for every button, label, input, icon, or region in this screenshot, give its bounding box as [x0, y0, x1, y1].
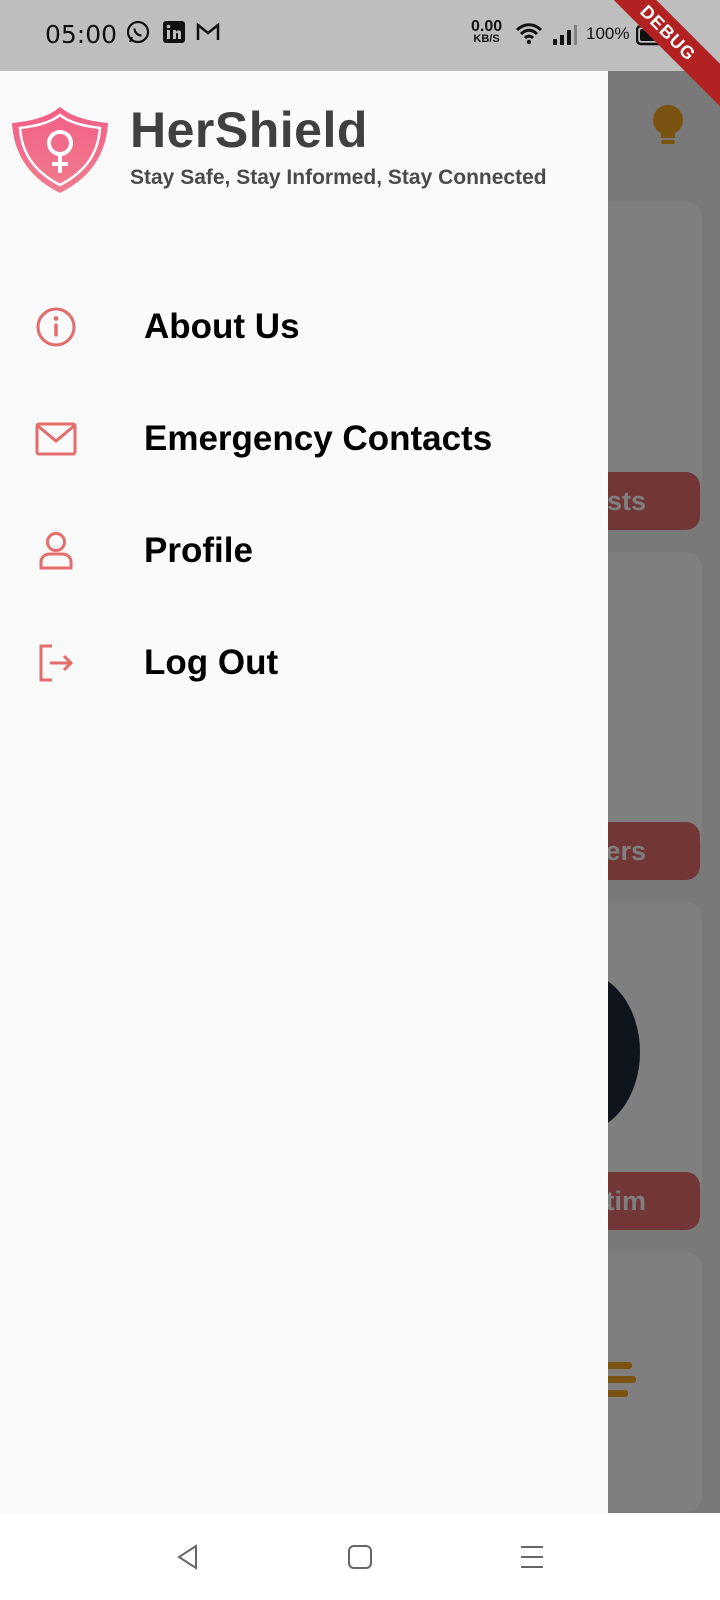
- menu-label-about-us: About Us: [144, 307, 300, 346]
- logout-icon: [34, 641, 78, 685]
- app-title: HerShield: [130, 102, 368, 158]
- system-navigation-bar: [0, 1513, 720, 1600]
- menu-item-emergency-contacts[interactable]: Emergency Contacts: [0, 391, 608, 487]
- menu-item-about-us[interactable]: About Us: [0, 279, 608, 375]
- back-button[interactable]: [170, 1539, 206, 1575]
- mail-icon: [34, 417, 78, 461]
- back-triangle-icon: [177, 1544, 197, 1570]
- home-button[interactable]: [342, 1539, 378, 1575]
- whatsapp-icon: [126, 20, 150, 44]
- menu-item-profile[interactable]: Profile: [0, 503, 608, 599]
- wifi-icon: [515, 23, 543, 45]
- menu-label-emergency-contacts: Emergency Contacts: [144, 419, 493, 458]
- linkedin-icon: [163, 21, 185, 43]
- status-bar: 05:00 0.00 KB/S 100%: [0, 0, 720, 71]
- menu-label-log-out: Log Out: [144, 643, 279, 682]
- menu-label-profile: Profile: [144, 531, 253, 570]
- navigation-drawer: HerShield Stay Safe, Stay Informed, Stay…: [0, 71, 608, 1513]
- battery-percent: 100%: [586, 24, 630, 43]
- signal-icon: [553, 25, 577, 45]
- network-speed-value: 0.00: [471, 18, 503, 35]
- recents-button[interactable]: [514, 1539, 550, 1575]
- status-time: 05:00: [45, 20, 118, 49]
- shield-logo-icon: [12, 107, 108, 193]
- gmail-icon: [196, 22, 220, 40]
- network-speed: 0.00 KB/S: [471, 18, 503, 46]
- info-icon: [34, 305, 78, 349]
- drawer-header: HerShield Stay Safe, Stay Informed, Stay…: [0, 71, 608, 231]
- menu-item-log-out[interactable]: Log Out: [0, 615, 608, 711]
- menu-lines-icon: [521, 1546, 543, 1568]
- home-square-icon: [348, 1545, 372, 1569]
- person-icon: [34, 529, 78, 573]
- network-speed-unit: KB/S: [473, 33, 500, 45]
- app-tagline: Stay Safe, Stay Informed, Stay Connected: [130, 166, 547, 189]
